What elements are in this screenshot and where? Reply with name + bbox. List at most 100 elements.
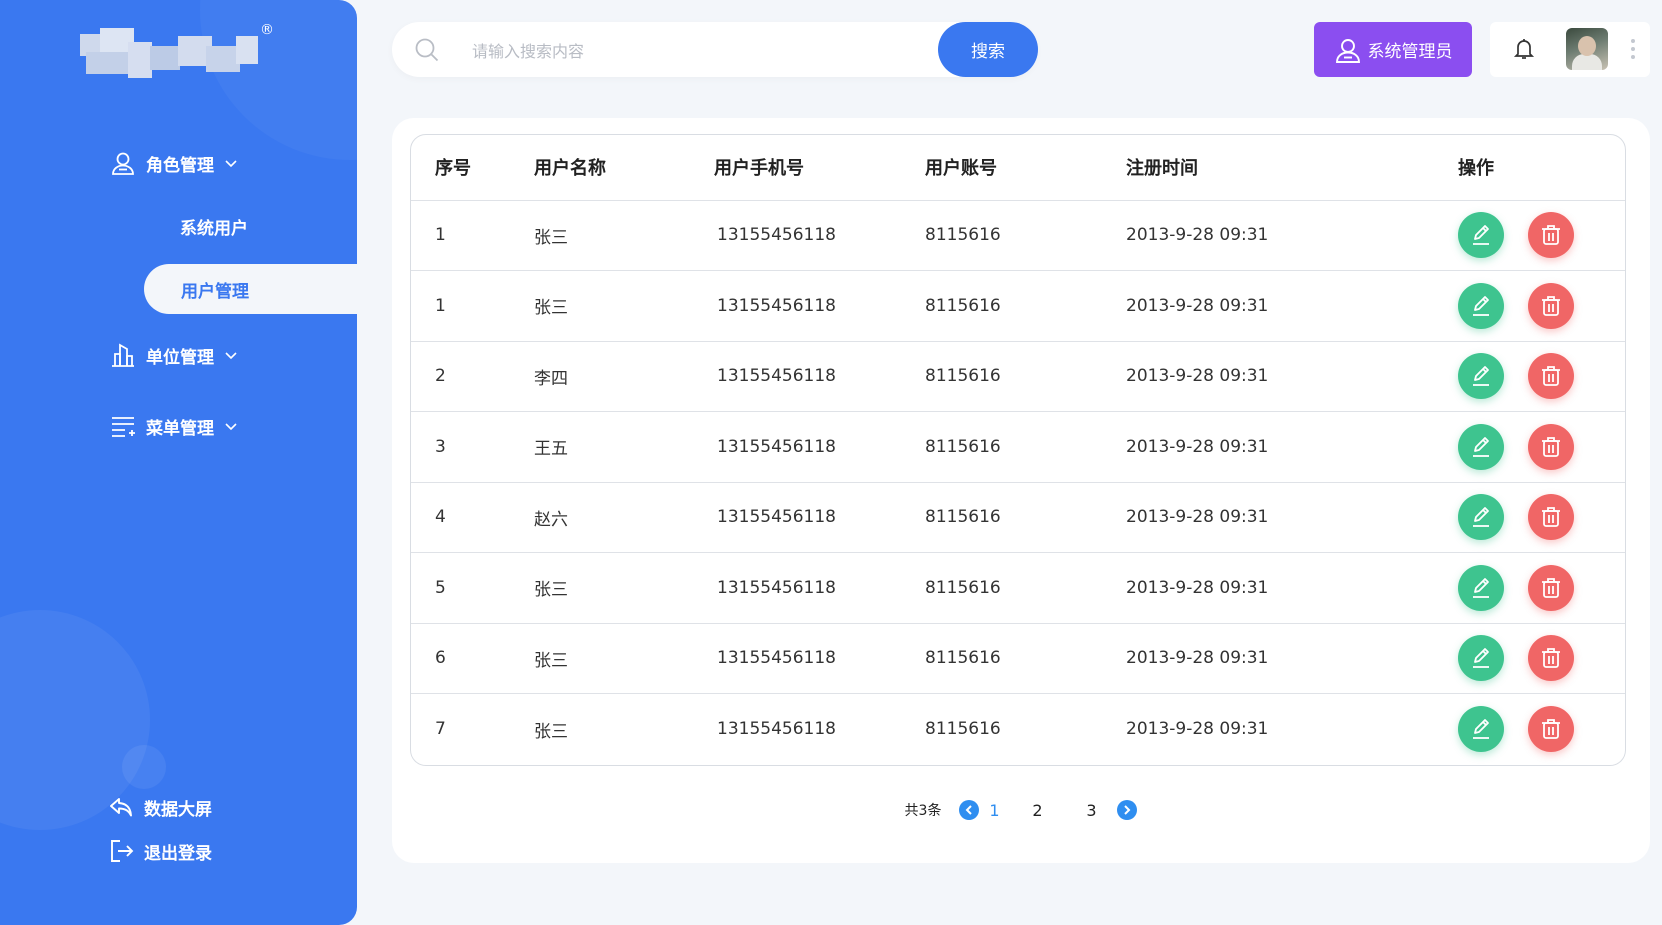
delete-button[interactable]	[1528, 212, 1574, 259]
nav-data-screen[interactable]: 数据大屏	[108, 794, 212, 820]
nav-data-screen-label: 数据大屏	[144, 799, 212, 820]
cell-phone: 13155456118	[717, 719, 836, 739]
bell-icon[interactable]	[1512, 37, 1536, 61]
table-header-row: 序号 用户名称 用户手机号 用户账号 注册时间 操作	[411, 135, 1625, 201]
nav-role-management-label: 角色管理	[146, 155, 214, 176]
search-icon	[415, 38, 439, 62]
trash-icon	[1542, 436, 1560, 457]
trash-icon	[1542, 719, 1560, 739]
logo: ®	[80, 22, 274, 80]
avatar[interactable]	[1566, 28, 1608, 70]
nav-menu-management-label: 菜单管理	[146, 418, 214, 439]
cell-time: 2013-9-28 09:31	[1126, 411, 1458, 483]
cell-index: 7	[435, 719, 446, 739]
cell-index: 1	[411, 200, 534, 271]
trash-icon	[1542, 577, 1560, 598]
logout-icon	[111, 840, 134, 862]
edit-icon	[1473, 366, 1489, 387]
nav-unit-management[interactable]: 单位管理	[110, 342, 238, 368]
delete-button[interactable]	[1528, 353, 1574, 400]
sidebar-decoration	[200, 0, 357, 160]
nav-unit-management-label: 单位管理	[146, 347, 214, 368]
edit-icon	[1473, 648, 1489, 669]
column-header-index: 序号	[411, 135, 534, 201]
cell-name: 李四	[534, 341, 714, 412]
cell-actions	[1458, 341, 1625, 412]
cell-actions	[1458, 411, 1625, 483]
cell-actions	[1458, 482, 1625, 553]
sidebar-decoration	[122, 745, 166, 789]
nav-role-management[interactable]: 角色管理	[110, 150, 238, 176]
nav-system-users[interactable]: 系统用户	[180, 214, 248, 239]
chevron-left-icon	[966, 805, 973, 815]
page-2[interactable]: 2	[1009, 801, 1065, 820]
page-1[interactable]: 1	[979, 801, 1009, 820]
cell-phone: 13155456118	[714, 411, 925, 483]
table-row: 1 张三 13155456118 8115616 2013-9-28 09:31	[411, 200, 1625, 271]
cell-actions	[1458, 694, 1625, 765]
edit-button[interactable]	[1458, 353, 1504, 400]
cell-phone: 13155456118	[714, 270, 925, 342]
table-body: 1 张三 13155456118 8115616 2013-9-28 09:31 1 张三 1…	[411, 200, 1625, 764]
cell-name: 王五	[534, 411, 714, 483]
sidebar: ® 角色管理 系统用户 用户管理 单位管理 菜单管理 数据大屏 退出登录	[0, 0, 357, 925]
nav-menu-management[interactable]: 菜单管理	[110, 413, 238, 439]
cell-time: 2013-9-28 09:31	[1126, 200, 1458, 271]
cell-name: 张三	[534, 721, 568, 742]
cell-time: 2013-9-28 09:31	[1126, 341, 1458, 412]
nav-logout[interactable]: 退出登录	[108, 838, 212, 864]
edit-button[interactable]	[1458, 564, 1504, 611]
trash-icon	[1542, 225, 1560, 246]
cell-time: 2013-9-28 09:31	[1126, 719, 1269, 739]
cell-account: 8115616	[925, 623, 1126, 694]
cell-time: 2013-9-28 09:31	[1126, 482, 1458, 553]
delete-button[interactable]	[1528, 706, 1574, 752]
table-row: 2 李四 13155456118 8115616 2013-9-28 09:31	[411, 341, 1625, 412]
chevron-down-icon	[225, 423, 237, 431]
search-input[interactable]	[470, 35, 914, 67]
page-3[interactable]: 3	[1065, 801, 1117, 820]
cell-account: 8115616	[925, 200, 1126, 271]
next-page-button[interactable]	[1117, 800, 1138, 820]
search-button[interactable]: 搜索	[938, 22, 1038, 77]
delete-button[interactable]	[1528, 494, 1574, 541]
topbar-actions	[1490, 22, 1650, 77]
more-icon[interactable]	[1630, 36, 1636, 64]
edit-button[interactable]	[1458, 635, 1504, 682]
delete-button[interactable]	[1528, 564, 1574, 611]
cell-time: 2013-9-28 09:31	[1126, 623, 1458, 694]
cell-index: 1	[411, 270, 534, 342]
cell-phone: 13155456118	[714, 623, 925, 694]
cell-account: 8115616	[925, 270, 1126, 342]
admin-button[interactable]: 系统管理员	[1314, 22, 1472, 77]
edit-button[interactable]	[1458, 494, 1504, 541]
cell-account: 8115616	[925, 552, 1126, 624]
column-header-actions: 操作	[1458, 135, 1625, 201]
pagination: 共3条 1 2 3	[392, 795, 1650, 825]
edit-button[interactable]	[1458, 212, 1504, 259]
table-row: 7 张三 13155456118 8115616 2013-9-28 09:31	[411, 694, 1625, 765]
delete-button[interactable]	[1528, 282, 1574, 329]
cell-phone: 13155456118	[714, 341, 925, 412]
nav-user-management[interactable]: 用户管理	[144, 264, 357, 314]
cell-name: 张三	[534, 623, 714, 694]
edit-icon	[1473, 225, 1489, 246]
building-icon	[112, 343, 134, 367]
cell-index: 5	[411, 552, 534, 624]
edit-button[interactable]	[1458, 423, 1504, 470]
cell-actions	[1458, 200, 1625, 271]
cell-index: 3	[411, 411, 534, 483]
chevron-right-icon	[1124, 805, 1131, 815]
delete-button[interactable]	[1528, 635, 1574, 682]
delete-button[interactable]	[1528, 423, 1574, 470]
prev-page-button[interactable]	[959, 800, 980, 820]
column-header-account: 用户账号	[925, 135, 1126, 201]
cell-actions	[1458, 270, 1625, 342]
chevron-down-icon	[225, 160, 237, 168]
edit-button[interactable]	[1458, 282, 1504, 329]
user-table: 序号 用户名称 用户手机号 用户账号 注册时间 操作 1 张三 1315545611…	[411, 135, 1625, 764]
edit-icon	[1473, 295, 1489, 316]
edit-button[interactable]	[1458, 706, 1504, 752]
cell-account: 8115616	[925, 341, 1126, 412]
cell-phone: 13155456118	[714, 552, 925, 624]
